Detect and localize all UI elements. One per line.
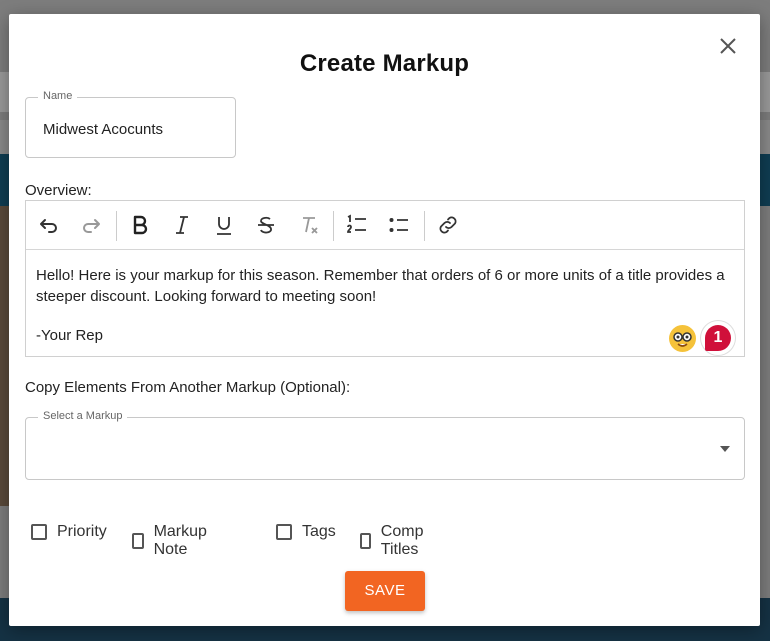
checkbox-comp-titles[interactable]: Comp Titles xyxy=(360,523,429,559)
bold-icon[interactable] xyxy=(127,212,153,238)
toolbar-divider xyxy=(424,211,425,241)
nerd-face-icon[interactable] xyxy=(669,325,696,352)
name-field-label: Name xyxy=(38,90,78,102)
toolbar-divider xyxy=(116,211,117,241)
editor-signature: -Your Rep xyxy=(36,327,103,344)
checkbox-markup-note[interactable]: Markup Note xyxy=(132,523,211,559)
select-markup-label: Select a Markup xyxy=(38,410,128,422)
italic-icon[interactable] xyxy=(169,212,195,238)
checkbox-tags[interactable]: Tags xyxy=(276,523,336,541)
underline-icon[interactable] xyxy=(211,212,237,238)
overview-editor: Hello! Here is your markup for this seas… xyxy=(25,200,745,357)
checkbox-box[interactable] xyxy=(31,524,47,540)
badge-count: 1 xyxy=(705,325,731,351)
link-icon[interactable] xyxy=(435,212,461,238)
toolbar-divider xyxy=(333,211,334,241)
name-field-value[interactable]: Midwest Acocunts xyxy=(43,121,163,138)
checkbox-box[interactable] xyxy=(360,533,371,549)
undo-icon[interactable] xyxy=(36,212,62,238)
caret-down-icon xyxy=(720,446,730,452)
create-markup-modal: Create Markup Name Midwest Acocunts Over… xyxy=(9,14,760,626)
notification-badge[interactable]: 1 xyxy=(701,321,735,355)
checkbox-label: Comp Titles xyxy=(380,523,424,558)
editor-content[interactable]: Hello! Here is your markup for this seas… xyxy=(36,265,726,346)
save-button[interactable]: SAVE xyxy=(345,571,425,611)
select-markup-dropdown[interactable]: Select a Markup xyxy=(25,410,745,480)
redo-icon[interactable] xyxy=(78,212,104,238)
copy-elements-label: Copy Elements From Another Markup (Optio… xyxy=(25,379,351,396)
checkbox-label: Priority xyxy=(57,523,107,540)
overview-label: Overview: xyxy=(25,182,92,199)
checkbox-box[interactable] xyxy=(132,533,144,549)
strikethrough-icon[interactable] xyxy=(253,212,279,238)
checkbox-priority[interactable]: Priority xyxy=(31,523,107,541)
editor-paragraph: Hello! Here is your markup for this seas… xyxy=(36,267,725,305)
clear-format-icon[interactable] xyxy=(296,212,322,238)
bullet-list-icon[interactable] xyxy=(386,212,412,238)
editor-toolbar xyxy=(26,201,744,250)
checkbox-box[interactable] xyxy=(276,524,292,540)
modal-title: Create Markup xyxy=(299,50,470,77)
checkbox-label: Markup Note xyxy=(153,523,207,558)
checkbox-label: Tags xyxy=(302,523,336,540)
name-field[interactable]: Name Midwest Acocunts xyxy=(25,90,236,158)
ordered-list-icon[interactable] xyxy=(344,212,370,238)
